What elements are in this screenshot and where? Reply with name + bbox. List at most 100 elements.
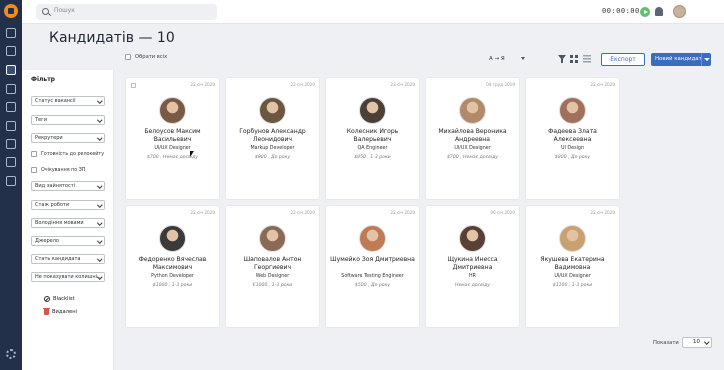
hide-colleagues-label: Не показувати колишні... — [35, 274, 102, 280]
chevron-down-icon — [96, 135, 102, 141]
candidate-name[interactable]: Горбунов Александр Леонидович — [230, 128, 315, 144]
candidate-card[interactable]: 23 січ 2020 Колесник Игорь Валерьевич QA… — [326, 78, 419, 199]
candidate-position: UI/UX Designer — [454, 146, 491, 151]
sort-select[interactable]: A → Я — [489, 56, 525, 62]
deleted-link[interactable]: Видалені — [43, 307, 78, 315]
relocation-label: Готовність до релокейту — [41, 151, 105, 157]
documents-icon[interactable] — [6, 102, 16, 112]
candidate-photo — [359, 225, 386, 252]
vacancy-status-label: Статус вакансії — [35, 98, 76, 104]
candidate-card[interactable]: 04 груд 2019 Михайлова Вероника Андреевн… — [426, 78, 519, 199]
chevron-down-icon — [96, 202, 102, 208]
grid-view-icon[interactable] — [570, 55, 578, 63]
candidate-photo — [559, 97, 586, 124]
logo-icon[interactable] — [4, 4, 18, 18]
candidate-salary: $900 , До року — [254, 155, 291, 160]
candidate-photo — [559, 225, 586, 252]
candidate-card[interactable]: 22 січ 2020 Белоусов Максим Васильевич U… — [126, 78, 219, 199]
candidate-salary: $1100 , 1-3 роки — [552, 283, 593, 288]
candidate-position: UI/UX Designer — [154, 146, 191, 151]
mail-icon[interactable] — [6, 121, 16, 131]
candidate-name[interactable]: Федоренко Вячеслав Максимович — [130, 256, 215, 272]
candidate-position: Python Developer — [151, 274, 194, 279]
candidate-name[interactable]: Михайлова Вероника Андреевна — [430, 128, 515, 144]
candidate-photo — [159, 97, 186, 124]
candidate-name[interactable]: Якушева Екатерина Вадимовна — [530, 256, 615, 272]
candidate-name[interactable]: Щукина Инесса Дмитриевна — [430, 256, 515, 272]
experience-select[interactable]: Стаж роботи — [31, 200, 105, 210]
search-input[interactable]: Пошук — [36, 4, 217, 20]
candidate-photo — [259, 225, 286, 252]
vacancy-status-select[interactable]: Статус вакансії — [31, 96, 105, 106]
card-date: 22 січ 2020 — [390, 210, 415, 215]
users-icon[interactable] — [6, 84, 16, 94]
new-candidate-button[interactable]: Новий кандидат — [651, 53, 711, 66]
hide-colleagues-select[interactable]: Не показувати колишні... — [31, 272, 105, 282]
candidate-name[interactable]: Шаповалов Антон Георгиевич — [230, 256, 315, 272]
candidate-card[interactable]: 22 січ 2020 Горбунов Александр Леонидови… — [226, 78, 319, 199]
candidate-position: Web Designer — [255, 274, 290, 279]
dashboard-icon[interactable] — [6, 28, 16, 38]
candidate-photo — [459, 225, 486, 252]
candidates-icon[interactable] — [6, 65, 16, 75]
checkbox-box[interactable] — [31, 151, 37, 157]
filter-icon[interactable] — [558, 55, 566, 63]
blacklist-label: Blacklist — [53, 296, 75, 302]
card-checkbox[interactable] — [131, 83, 136, 88]
candidate-salary: $700 , Немає досвіду — [146, 155, 198, 160]
source-select[interactable]: Джерело — [31, 236, 105, 246]
page-size-select[interactable]: 10 — [682, 337, 712, 348]
timer-display: 00:00:00 — [602, 7, 640, 15]
card-date: 22 січ 2020 — [290, 82, 315, 87]
reports-icon[interactable] — [6, 139, 16, 149]
bell-icon[interactable] — [655, 7, 663, 16]
candidate-name[interactable]: Фадеева Злата Алексеевна — [530, 128, 615, 144]
chevron-down-icon — [96, 220, 102, 226]
candidate-name[interactable]: Белоусов Максим Васильевич — [130, 128, 215, 144]
candidate-card[interactable]: 22 січ 2020 Федоренко Вячеслав Максимови… — [126, 206, 219, 327]
card-date: 04 груд 2019 — [486, 82, 515, 87]
avatar[interactable] — [673, 5, 686, 18]
chevron-down-icon[interactable] — [701, 53, 711, 66]
blacklist-link[interactable]: Blacklist — [44, 296, 75, 302]
languages-select[interactable]: Володіння мовами — [31, 218, 105, 228]
calendar-icon[interactable] — [6, 46, 16, 56]
profile-icon[interactable] — [6, 176, 16, 186]
ban-icon — [44, 296, 50, 302]
chart-icon[interactable] — [6, 157, 16, 167]
candidate-name[interactable]: Шумейко Зоя Дмитриевна — [330, 256, 415, 264]
filter-panel: Фільтр Статус вакансії Теги Рекрутери Го… — [22, 70, 114, 370]
settings-icon[interactable] — [6, 349, 16, 359]
recruiters-select[interactable]: Рекрутери — [31, 133, 105, 143]
chevron-down-icon — [703, 339, 709, 345]
card-date: 23 січ 2020 — [390, 82, 415, 87]
candidate-card[interactable]: 22 січ 2020 Якушева Екатерина Вадимовна … — [526, 206, 619, 327]
expected-salary-label: Очікування по ЗП — [41, 167, 86, 173]
candidate-salary: Немає досвіду — [455, 283, 490, 288]
candidate-card[interactable]: 22 січ 2020 Шаповалов Антон Георгиевич W… — [226, 206, 319, 327]
relocation-checkbox[interactable]: Готовність до релокейту — [31, 151, 104, 157]
checkbox-box[interactable] — [125, 54, 131, 60]
card-date: 22 січ 2020 — [190, 82, 215, 87]
candidate-card[interactable]: 22 січ 2020 Фадеева Злата Алексеевна UI … — [526, 78, 619, 199]
candidate-position: HR — [469, 274, 476, 279]
candidate-name[interactable]: Колесник Игорь Валерьевич — [330, 128, 415, 144]
export-button[interactable]: Експорт — [601, 53, 645, 66]
candidate-card[interactable]: 22 січ 2020 Шумейко Зоя Дмитриевна Softw… — [326, 206, 419, 327]
languages-label: Володіння мовами — [35, 220, 84, 226]
checkbox-box[interactable] — [31, 167, 37, 173]
experience-label: Стаж роботи — [35, 202, 70, 208]
page-size-value: 10 — [693, 339, 700, 345]
employment-select[interactable]: Вид зайнятості — [31, 181, 105, 191]
candidate-card[interactable]: 06 січ 2020 Щукина Инесса Дмитриевна HR … — [426, 206, 519, 327]
candidate-salary: $700 , Немає досвіду — [446, 155, 498, 160]
play-timer-icon[interactable] — [640, 7, 650, 17]
expected-salary-checkbox[interactable]: Очікування по ЗП — [31, 167, 85, 173]
tags-select[interactable]: Теги — [31, 115, 105, 125]
gender-select[interactable]: Стать кандидата — [31, 254, 105, 264]
candidate-photo — [259, 97, 286, 124]
deleted-label: Видалені — [52, 309, 78, 315]
list-view-icon[interactable] — [583, 55, 591, 63]
card-date: 22 січ 2020 — [290, 210, 315, 215]
select-all-checkbox[interactable]: Обрати всіх — [125, 54, 167, 60]
